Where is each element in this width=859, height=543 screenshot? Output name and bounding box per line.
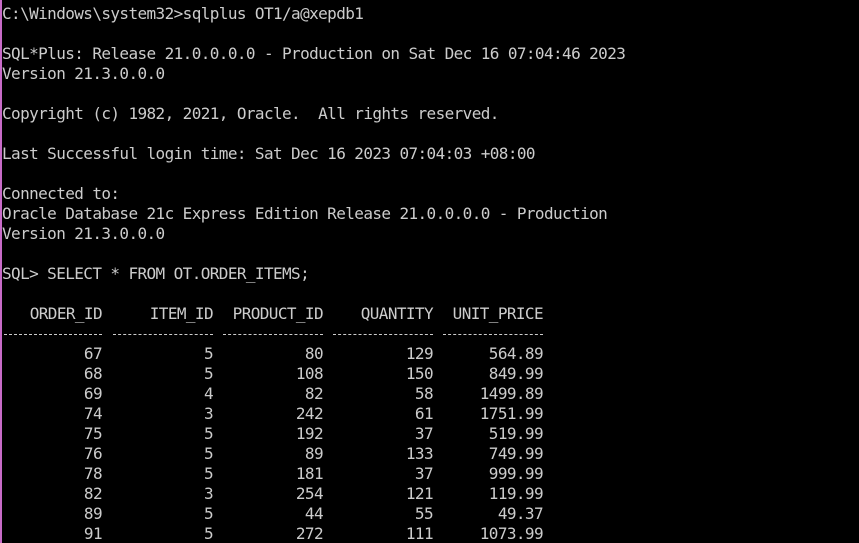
table-row: 75 5 192 37 519.99 xyxy=(2,424,562,444)
cell-quantity: 61 xyxy=(414,404,434,423)
table-row: 76 5 89 133 749.99 xyxy=(2,444,562,464)
cell-quantity: 58 xyxy=(414,384,434,403)
cell-quantity: 121 xyxy=(405,484,434,503)
cell-item-id: 3 xyxy=(203,484,214,503)
cell-quantity: 133 xyxy=(405,444,434,463)
cell-order-id: 91 xyxy=(83,524,103,543)
cell-order-id: 78 xyxy=(83,464,103,483)
sql-prompt-line[interactable]: SQL> SELECT * FROM OT.ORDER_ITEMS; xyxy=(2,264,310,284)
cell-order-id: 75 xyxy=(83,424,103,443)
cell-item-id: 5 xyxy=(203,504,214,523)
copyright-line: Copyright (c) 1982, 2021, Oracle. All ri… xyxy=(2,104,499,123)
cell-item-id: 5 xyxy=(203,364,214,383)
cell-quantity: 37 xyxy=(414,424,434,443)
result-separator-row xyxy=(2,324,562,344)
table-row: 91 5 272 111 1073.99 xyxy=(2,524,562,543)
cell-unit-price: 1073.99 xyxy=(479,524,544,543)
cell-unit-price: 999.99 xyxy=(488,464,544,483)
column-header: UNIT_PRICE xyxy=(452,304,544,323)
cell-unit-price: 519.99 xyxy=(488,424,544,443)
table-row: 68 5 108 150 849.99 xyxy=(2,364,562,384)
column-header: ORDER_ID xyxy=(29,304,103,323)
cell-unit-price: 749.99 xyxy=(488,444,544,463)
table-row: 89 5 44 55 49.37 xyxy=(2,504,562,524)
cell-item-id: 5 xyxy=(203,524,214,543)
banner-release-line: SQL*Plus: Release 21.0.0.0.0 - Productio… xyxy=(2,44,626,63)
cell-product-id: 192 xyxy=(295,424,324,443)
cell-unit-price: 564.89 xyxy=(488,344,544,363)
connected-to-line: Connected to: xyxy=(2,184,120,203)
table-row: 69 4 82 58 1499.89 xyxy=(2,384,562,404)
cell-item-id: 5 xyxy=(203,444,214,463)
cell-item-id: 5 xyxy=(203,424,214,443)
last-login-line: Last Successful login time: Sat Dec 16 2… xyxy=(2,144,536,163)
cell-quantity: 37 xyxy=(414,464,434,483)
cell-order-id: 74 xyxy=(83,404,103,423)
cell-unit-price: 1751.99 xyxy=(479,404,544,423)
column-separator xyxy=(443,334,543,335)
cell-product-id: 181 xyxy=(295,464,324,483)
column-separator xyxy=(113,334,213,335)
cell-unit-price: 119.99 xyxy=(488,484,544,503)
cell-product-id: 44 xyxy=(304,504,324,523)
column-header: ITEM_ID xyxy=(149,304,214,323)
cell-quantity: 111 xyxy=(405,524,434,543)
column-separator xyxy=(333,334,433,335)
table-row: 82 3 254 121 119.99 xyxy=(2,484,562,504)
cell-unit-price: 49.37 xyxy=(497,504,544,523)
column-header: QUANTITY xyxy=(360,304,434,323)
cell-product-id: 272 xyxy=(295,524,324,543)
database-edition-line: Oracle Database 21c Express Edition Rele… xyxy=(2,204,608,223)
cell-quantity: 129 xyxy=(405,344,434,363)
column-separator xyxy=(4,334,102,335)
table-row: 74 3 242 61 1751.99 xyxy=(2,404,562,424)
cell-order-id: 68 xyxy=(83,364,103,383)
cell-item-id: 4 xyxy=(203,384,214,403)
table-row: 67 5 80 129 564.89 xyxy=(2,344,562,364)
cell-unit-price: 1499.89 xyxy=(479,384,544,403)
database-version-line: Version 21.3.0.0.0 xyxy=(2,224,165,243)
cell-product-id: 82 xyxy=(304,384,324,403)
cell-item-id: 5 xyxy=(203,344,214,363)
command-line: C:\Windows\system32>sqlplus OT1/a@xepdb1 xyxy=(2,4,364,23)
table-row: 78 5 181 37 999.99 xyxy=(2,464,562,484)
cell-order-id: 89 xyxy=(83,504,103,523)
cell-unit-price: 849.99 xyxy=(488,364,544,383)
console-window[interactable]: C:\Windows\system32>sqlplus OT1/a@xepdb1… xyxy=(0,0,859,543)
cell-product-id: 254 xyxy=(295,484,324,503)
cell-product-id: 89 xyxy=(304,444,324,463)
cell-order-id: 76 xyxy=(83,444,103,463)
cell-item-id: 5 xyxy=(203,464,214,483)
result-header-row: ORDER_ID ITEM_ID PRODUCT_ID QUANTITY UNI… xyxy=(2,304,562,324)
cell-product-id: 108 xyxy=(295,364,324,383)
cell-order-id: 82 xyxy=(83,484,103,503)
column-header: PRODUCT_ID xyxy=(232,304,324,323)
cell-quantity: 55 xyxy=(414,504,434,523)
cell-order-id: 69 xyxy=(83,384,103,403)
cell-quantity: 150 xyxy=(405,364,434,383)
column-separator xyxy=(223,334,323,335)
cell-product-id: 242 xyxy=(295,404,324,423)
cell-item-id: 3 xyxy=(203,404,214,423)
cell-product-id: 80 xyxy=(304,344,324,363)
banner-version-line: Version 21.3.0.0.0 xyxy=(2,64,165,83)
cell-order-id: 67 xyxy=(83,344,103,363)
